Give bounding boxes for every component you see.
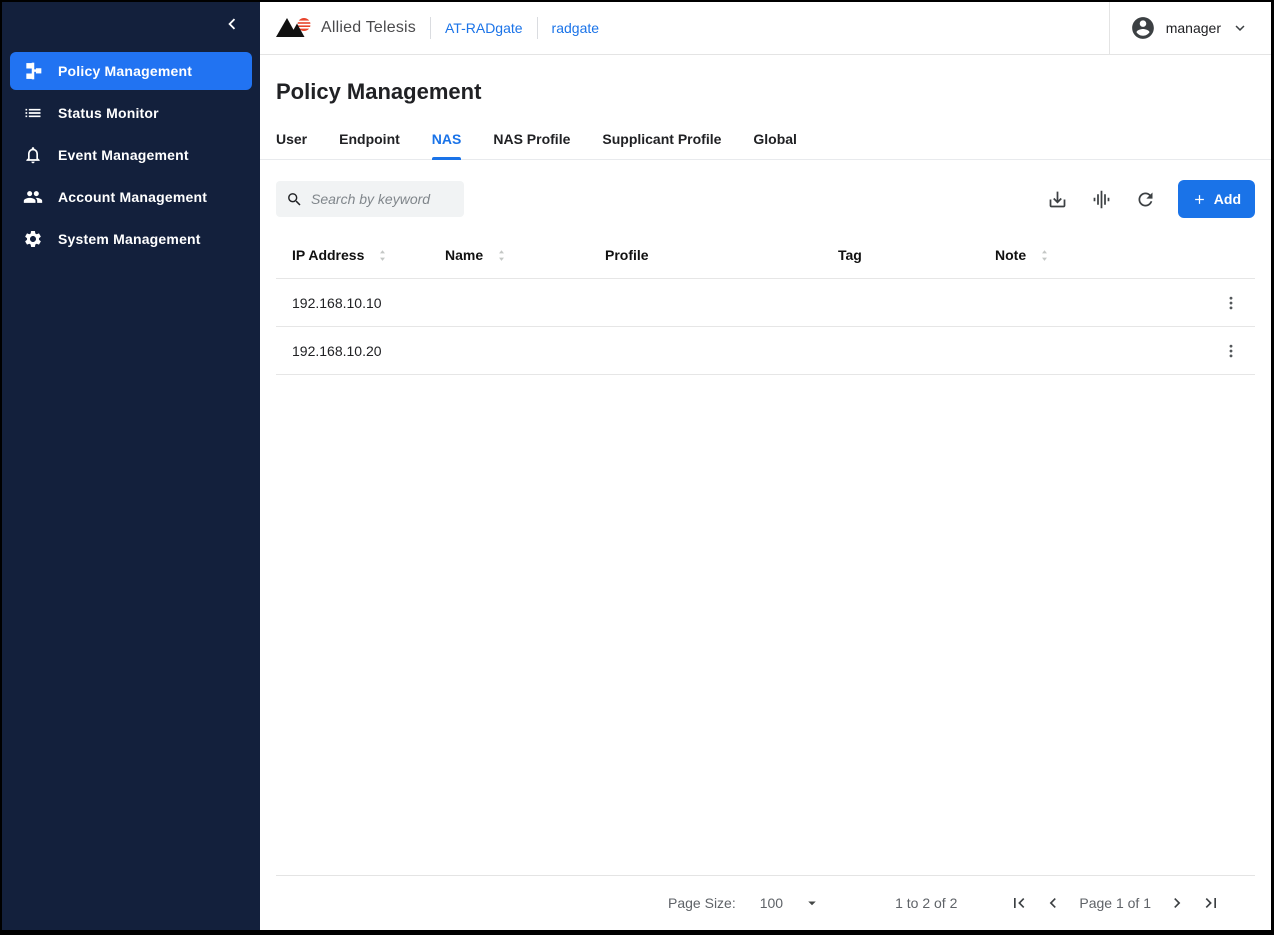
top-header: Allied Telesis AT-RADgate radgate manage… <box>260 2 1271 55</box>
page-indicator: Page 1 of 1 <box>1079 895 1151 911</box>
tab-endpoint[interactable]: Endpoint <box>339 131 400 159</box>
chevron-left-icon <box>1050 898 1057 908</box>
previous-page-button[interactable] <box>1037 887 1069 919</box>
column-filter-button[interactable] <box>1084 181 1120 217</box>
table-header-row: IP Address Name Profile Tag Note <box>276 232 1255 279</box>
column-header-name[interactable]: Name <box>429 247 589 264</box>
pagination-bar: Page Size: 100 1 to 2 of 2 Page 1 of 1 <box>276 875 1255 930</box>
sidebar-item-label: Event Management <box>58 147 189 163</box>
sort-icon[interactable] <box>374 247 391 264</box>
column-header-note[interactable]: Note <box>979 247 1207 264</box>
add-button-label: Add <box>1213 191 1241 207</box>
chevron-right-icon <box>1174 898 1181 908</box>
page-head: Policy Management <box>260 55 1271 105</box>
download-button[interactable] <box>1040 181 1076 217</box>
search-input[interactable] <box>311 191 454 207</box>
table-row[interactable]: 192.168.10.10 <box>276 279 1255 327</box>
chevron-down-icon <box>1235 25 1245 31</box>
sidebar-item-account-management[interactable]: Account Management <box>10 178 252 216</box>
tab-nas-profile[interactable]: NAS Profile <box>493 131 570 159</box>
download-icon <box>1049 191 1066 207</box>
next-page-button[interactable] <box>1161 887 1193 919</box>
sidebar-item-system-management[interactable]: System Management <box>10 220 252 258</box>
cell-ip-address: 192.168.10.10 <box>292 294 382 311</box>
sort-icon[interactable] <box>493 247 510 264</box>
sidebar-item-policy-management[interactable]: Policy Management <box>10 52 252 90</box>
column-label: Profile <box>605 247 649 263</box>
sidebar-item-label: Account Management <box>58 189 208 205</box>
tab-bar: User Endpoint NAS NAS Profile Supplicant… <box>260 131 1271 160</box>
equalizer-icon <box>1093 190 1110 208</box>
column-label: Tag <box>838 247 862 263</box>
column-label: IP Address <box>292 247 365 263</box>
main-area: Allied Telesis AT-RADgate radgate manage… <box>260 2 1271 930</box>
breadcrumb-divider <box>536 17 538 39</box>
product-link[interactable]: AT-RADgate <box>445 20 523 36</box>
list-icon <box>22 102 44 124</box>
tab-supplicant-profile[interactable]: Supplicant Profile <box>602 131 721 159</box>
page-title: Policy Management <box>276 79 482 104</box>
policy-tree-icon <box>22 60 44 82</box>
host-link[interactable]: radgate <box>552 20 599 36</box>
kebab-menu-icon <box>1229 344 1233 357</box>
add-button[interactable]: Add <box>1177 180 1255 218</box>
sidebar-item-label: System Management <box>58 231 201 247</box>
allied-telesis-logo-mark <box>276 18 312 37</box>
pagination-controls: Page 1 of 1 <box>1003 887 1227 919</box>
first-page-button[interactable] <box>1003 887 1035 919</box>
chevron-left-icon <box>221 13 243 40</box>
toolbar: Add <box>276 180 1255 218</box>
kebab-menu-icon <box>1229 296 1233 309</box>
sidebar: Policy Management Status Monitor Event M… <box>2 2 260 930</box>
column-label: Name <box>445 247 484 263</box>
page-size-label: Page Size: <box>668 895 736 911</box>
sidebar-item-status-monitor[interactable]: Status Monitor <box>10 94 252 132</box>
sidebar-header <box>2 2 260 50</box>
column-header-tag: Tag <box>822 247 979 263</box>
sort-icon[interactable] <box>1036 247 1053 264</box>
breadcrumb: Allied Telesis AT-RADgate radgate <box>260 16 1109 40</box>
row-actions-button[interactable] <box>1207 342 1255 360</box>
row-actions-button[interactable] <box>1207 294 1255 312</box>
search-box <box>276 181 464 217</box>
refresh-icon <box>1138 192 1153 206</box>
people-icon <box>22 186 44 208</box>
refresh-button[interactable] <box>1128 181 1164 217</box>
table-row[interactable]: 192.168.10.20 <box>276 327 1255 375</box>
plus-icon <box>1194 194 1204 204</box>
tab-user[interactable]: User <box>276 131 307 159</box>
last-page-icon <box>1205 898 1216 908</box>
sidebar-item-label: Status Monitor <box>58 105 159 121</box>
cell-ip-address: 192.168.10.20 <box>292 342 382 359</box>
column-header-profile: Profile <box>589 247 822 263</box>
page-size-dropdown[interactable] <box>803 894 821 912</box>
caret-down-icon <box>808 901 816 906</box>
first-page-icon <box>1014 898 1025 908</box>
sidebar-item-event-management[interactable]: Event Management <box>10 136 252 174</box>
tab-nas[interactable]: NAS <box>431 131 461 160</box>
account-circle-icon <box>1131 17 1154 39</box>
breadcrumb-divider <box>430 17 431 39</box>
column-header-ip-address[interactable]: IP Address <box>276 247 429 264</box>
column-label: Note <box>995 247 1027 263</box>
app-window: Policy Management Status Monitor Event M… <box>0 0 1274 935</box>
page-size-value[interactable]: 100 <box>760 895 783 911</box>
sidebar-collapse-button[interactable] <box>220 14 244 38</box>
sidebar-item-label: Policy Management <box>58 63 193 79</box>
allied-telesis-logo: Allied Telesis <box>276 16 416 40</box>
sidebar-nav: Policy Management Status Monitor Event M… <box>2 50 260 260</box>
last-page-button[interactable] <box>1195 887 1227 919</box>
user-menu[interactable]: manager <box>1108 2 1271 54</box>
tab-global[interactable]: Global <box>753 131 797 159</box>
user-name: manager <box>1165 20 1221 36</box>
search-icon <box>288 192 301 206</box>
bell-icon <box>22 144 44 166</box>
row-range-text: 1 to 2 of 2 <box>895 895 958 911</box>
brand-name: Allied Telesis <box>321 19 416 36</box>
nas-table: IP Address Name Profile Tag Note 192.168… <box>276 232 1255 375</box>
gear-icon <box>22 228 44 250</box>
